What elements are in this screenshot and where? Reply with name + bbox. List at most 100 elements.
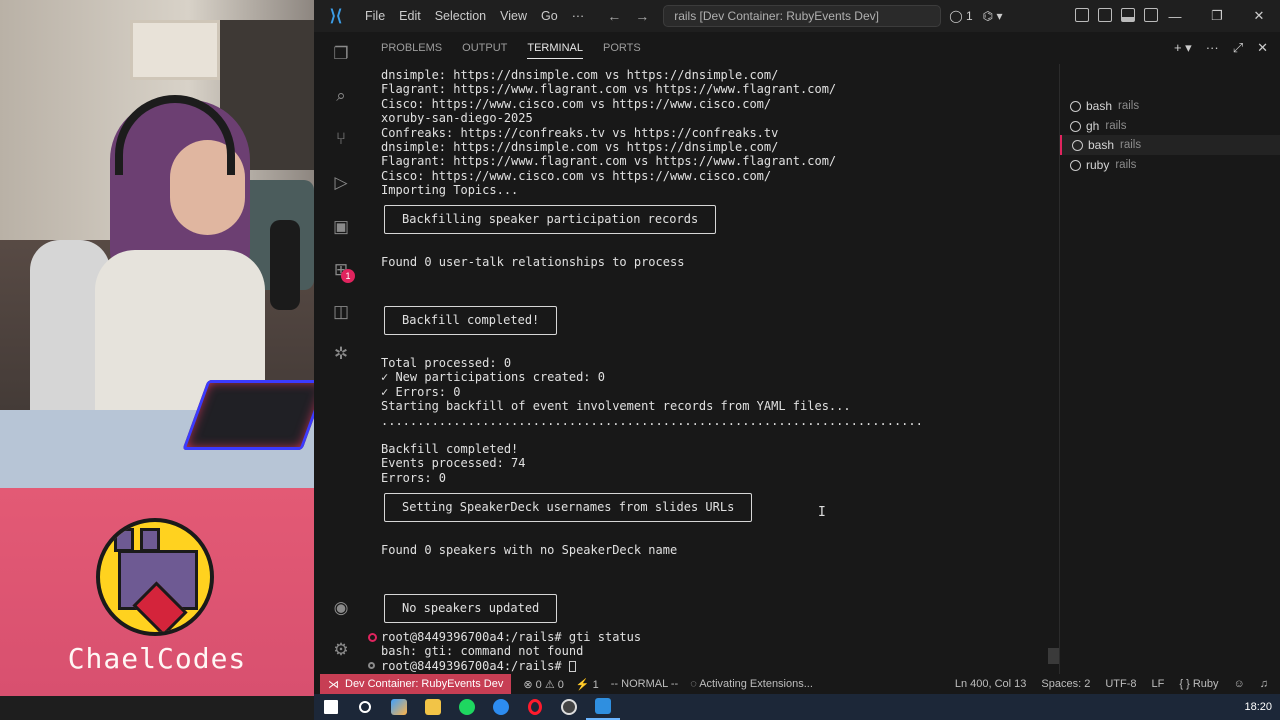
notifications-bell-icon[interactable]: ♫	[1260, 678, 1268, 690]
terminal-icon	[1070, 159, 1081, 171]
terminal-prompt-current[interactable]: root@8449396700a4:/rails#	[381, 659, 576, 673]
taskbar-app[interactable]	[416, 694, 450, 720]
run-debug-icon[interactable]: ▷	[331, 173, 351, 193]
tab-terminal[interactable]: TERMINAL	[527, 42, 583, 59]
containers-icon[interactable]: ✲	[331, 344, 351, 364]
language-mode[interactable]: { } Ruby	[1179, 678, 1218, 690]
terminal-panel: PROBLEMS OUTPUT TERMINAL PORTS + ▾ ··· ⤢…	[366, 32, 1280, 674]
menu-file[interactable]: File	[358, 9, 392, 23]
forward-arrow-icon[interactable]: →	[635, 8, 649, 24]
menu-edit[interactable]: Edit	[392, 9, 428, 23]
extensions-activity: ◌ Activating Extensions...	[690, 678, 813, 690]
cat-ear	[140, 528, 160, 552]
copilot-chat-icon[interactable]: ⌬ ▾	[983, 9, 1003, 23]
close-panel-icon[interactable]: ✕	[1257, 40, 1268, 56]
taskbar-clock[interactable]: 18:20	[1244, 701, 1272, 713]
new-terminal-icon[interactable]: + ▾	[1174, 40, 1192, 56]
activity-bar: ❐ ⌕ ⑂ ▷ ▣ ⊞ 1 ◫ ✲ ◉ ⚙	[314, 32, 366, 674]
terminal-line: Errors: 0	[381, 470, 447, 485]
remote-indicator[interactable]: ⋊ Dev Container: RubyEvents Dev	[320, 674, 512, 694]
terminal-tab-cwd: rails	[1105, 120, 1127, 132]
opera-icon	[528, 699, 542, 715]
tab-problems[interactable]: PROBLEMS	[381, 42, 442, 59]
explorer-icon[interactable]: ❐	[331, 44, 351, 64]
remote-icon: ⋊	[328, 678, 339, 691]
file-explorer-icon	[425, 699, 441, 715]
terminal-line: Importing Topics...	[381, 183, 519, 198]
command-center-label: rails [Dev Container: RubyEvents Dev]	[674, 9, 879, 23]
start-button[interactable]	[314, 694, 348, 720]
terminal-line: ✓ New participations created: 0	[381, 370, 605, 385]
terminal-icon	[1070, 100, 1081, 112]
account-icon[interactable]: ◉	[331, 598, 351, 618]
taskbar-app[interactable]	[552, 694, 586, 720]
extensions-badge: 1	[341, 269, 355, 283]
problems-indicator[interactable]: ⊗ 0 ⚠ 0	[523, 678, 564, 691]
search-icon[interactable]: ⌕	[331, 86, 351, 106]
taskbar-app[interactable]	[518, 694, 552, 720]
minimize-icon[interactable]: —	[1154, 0, 1196, 32]
taskbar-app[interactable]	[450, 694, 484, 720]
mouse-cursor-icon: I	[818, 505, 826, 520]
webcam-feed	[0, 0, 314, 488]
more-actions-icon[interactable]: ···	[1206, 40, 1219, 56]
window	[130, 20, 220, 80]
menu-view[interactable]: View	[493, 9, 534, 23]
terminal-tab-gh[interactable]: gh rails	[1070, 116, 1126, 136]
cursor-position[interactable]: Ln 400, Col 13	[955, 678, 1027, 690]
taskbar-app-vscode[interactable]	[586, 694, 620, 720]
prompt-text: root@8449396700a4:/rails#	[381, 658, 569, 673]
end-of-line[interactable]: LF	[1152, 678, 1165, 690]
menu-more[interactable]: ···	[565, 9, 592, 23]
failed-command-icon	[368, 633, 377, 642]
terminal-prompt: root@8449396700a4:/rails# gti status	[381, 630, 642, 644]
menu-selection[interactable]: Selection	[428, 9, 493, 23]
vscode-icon	[595, 698, 611, 714]
back-arrow-icon[interactable]: ←	[607, 8, 621, 24]
terminal-icon	[1070, 120, 1081, 132]
terminal-tab-bash-2[interactable]: bash rails	[1060, 135, 1280, 155]
menu-go[interactable]: Go	[534, 9, 565, 23]
terminal-tab-ruby[interactable]: ruby rails	[1070, 155, 1136, 175]
taskbar-app[interactable]	[382, 694, 416, 720]
settings-gear-icon[interactable]: ⚙	[331, 640, 351, 660]
remote-explorer-icon[interactable]: ▣	[331, 217, 351, 237]
layout-custom-icon[interactable]	[1075, 8, 1089, 22]
terminal-line: ✓ Errors: 0	[381, 384, 461, 399]
copilot-app-icon	[391, 699, 407, 715]
terminal-tab-name: ruby	[1086, 158, 1110, 172]
taskbar-app[interactable]	[484, 694, 518, 720]
maximize-panel-icon[interactable]: ⤢	[1233, 40, 1243, 56]
stream-brand-overlay: ChaelCodes	[0, 488, 314, 696]
toggle-sidebar-icon[interactable]	[1098, 8, 1112, 22]
terminal-line: Total processed: 0	[381, 356, 512, 370]
terminal-line: ........................................…	[381, 413, 923, 428]
tab-output[interactable]: OUTPUT	[462, 42, 507, 59]
windows-logo-icon	[324, 700, 338, 714]
status-bar: ⋊ Dev Container: RubyEvents Dev ⊗ 0 ⚠ 0 …	[314, 674, 1280, 694]
copilot-status-icon[interactable]: ☺	[1234, 678, 1245, 690]
terminal-tab-bash-1[interactable]: bash rails	[1070, 96, 1139, 116]
obs-icon	[561, 699, 577, 715]
terminal-line: dnsimple: https://dnsimple.com vs https:…	[381, 68, 779, 82]
copilot-count[interactable]: ◯ 1	[949, 9, 972, 23]
encoding[interactable]: UTF-8	[1105, 678, 1136, 690]
ports-indicator[interactable]: ⚡ 1	[576, 678, 599, 691]
source-control-icon[interactable]: ⑂	[331, 129, 351, 149]
warning-count: 0	[557, 678, 564, 691]
search-icon	[359, 701, 371, 713]
toggle-panel-icon[interactable]	[1121, 8, 1135, 22]
terminal-line: Flagrant: https://www.flagrant.com vs ht…	[381, 82, 837, 97]
restore-icon[interactable]: ❐	[1196, 0, 1238, 32]
chat-icon[interactable]: ◫	[331, 302, 351, 322]
terminal-line: Starting backfill of event involvement r…	[381, 399, 851, 414]
indentation[interactable]: Spaces: 2	[1041, 678, 1090, 690]
terminal-output[interactable]: dnsimple: https://dnsimple.com vs https:…	[368, 68, 1061, 673]
command-center-search[interactable]: rails [Dev Container: RubyEvents Dev]	[663, 5, 942, 27]
vscode-logo-icon: ⟩⟨	[329, 8, 343, 25]
close-icon[interactable]: ✕	[1238, 0, 1280, 32]
terminal-line: Backfill completed!	[381, 442, 519, 456]
boxed-message: Backfill completed!	[384, 306, 558, 335]
taskbar-search[interactable]	[348, 694, 382, 720]
tab-ports[interactable]: PORTS	[603, 42, 641, 59]
